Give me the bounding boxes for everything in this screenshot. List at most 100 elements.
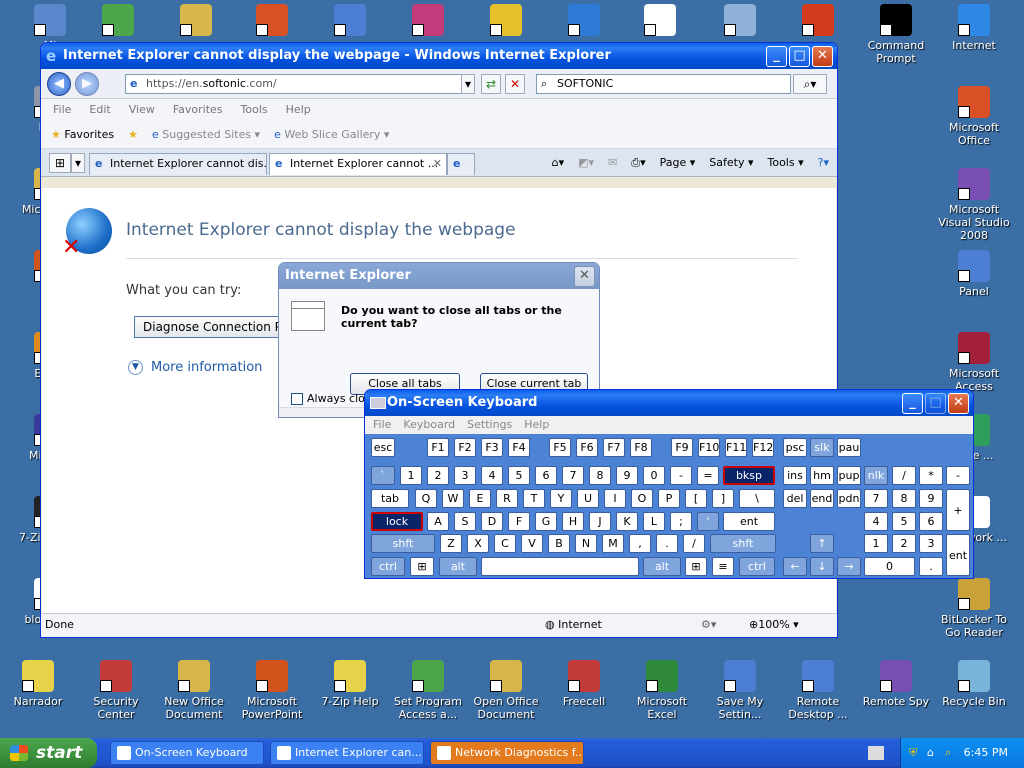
clock[interactable]: 6:45 PM [964, 746, 1008, 759]
desktop-icon-excel[interactable]: Microsoft Excel [624, 660, 700, 721]
key-0-4[interactable]: F4 [508, 438, 530, 457]
feeds-icon[interactable]: ◩▾ [578, 154, 594, 172]
search-go-icon[interactable]: ⌕▾ [793, 74, 827, 94]
key-4-0[interactable]: shft [371, 534, 435, 553]
key-5-2[interactable]: alt [439, 557, 477, 576]
key-2-7[interactable]: U [577, 489, 599, 508]
osk-menu-file[interactable]: File [373, 416, 391, 434]
desktop-icon-panel[interactable]: Panel [936, 250, 1012, 298]
key-0-8[interactable]: F8 [630, 438, 652, 457]
key-3-3[interactable]: D [481, 512, 503, 531]
key-1-0[interactable]: ` [371, 466, 395, 485]
key-2-15[interactable]: end [810, 489, 834, 508]
key-2-14[interactable]: del [783, 489, 807, 508]
key-1-11[interactable]: - [670, 466, 692, 485]
dialog-close-button[interactable]: ✕ [574, 266, 595, 287]
key-3-2[interactable]: S [454, 512, 476, 531]
key-3-1[interactable]: A [427, 512, 449, 531]
desktop-icon-wizard[interactable] [622, 4, 698, 39]
web-slice-gallery[interactable]: e Web Slice Gallery ▾ [274, 128, 389, 141]
key-0-14[interactable]: slk [810, 438, 834, 457]
key-1-9[interactable]: 9 [616, 466, 638, 485]
minimize-button[interactable]: _ [766, 46, 787, 67]
menu-favorites[interactable]: Favorites [173, 99, 223, 121]
key-4-6[interactable]: N [575, 534, 597, 553]
key-5-8[interactable]: ← [783, 557, 807, 576]
desktop-icon-cert[interactable] [158, 4, 234, 39]
task-network-diagnostics[interactable]: Network Diagnostics f... [430, 741, 584, 765]
key-1-3[interactable]: 3 [454, 466, 476, 485]
key-5-4[interactable]: alt [643, 557, 681, 576]
home-icon[interactable]: ⌂▾ [552, 154, 565, 172]
desktop-icon-remote-spy[interactable]: Remote Spy [858, 660, 934, 708]
desktop-icon-narrador[interactable]: Narrador [0, 660, 76, 708]
osk-title-bar[interactable]: On-Screen Keyboard _ □ ✕ [365, 390, 973, 416]
key-1-8[interactable]: 8 [589, 466, 611, 485]
osk-menu-keyboard[interactable]: Keyboard [403, 416, 455, 434]
key-3-7[interactable]: J [589, 512, 611, 531]
key-2-16[interactable]: pdn [837, 489, 861, 508]
suggested-sites[interactable]: e Suggested Sites ▾ [152, 128, 260, 141]
mail-icon[interactable]: ✉ [608, 154, 617, 172]
ie-title-bar[interactable]: e Internet Explorer cannot display the w… [41, 43, 837, 69]
key-0-3[interactable]: F3 [481, 438, 503, 457]
security-tray-icon[interactable]: ⛨ [909, 738, 917, 768]
key-4-8[interactable]: , [629, 534, 651, 553]
key-numpad-tall-0[interactable]: + [946, 489, 970, 531]
key-numpad-tall-1[interactable]: ent [946, 534, 970, 576]
osk-menu-settings[interactable]: Settings [467, 416, 512, 434]
key-5-11[interactable]: 0 [864, 557, 915, 576]
new-tab-button[interactable] [447, 153, 475, 175]
menu-view[interactable]: View [129, 99, 155, 121]
menu-edit[interactable]: Edit [89, 99, 110, 121]
key-3-5[interactable]: G [535, 512, 557, 531]
key-2-4[interactable]: R [496, 489, 518, 508]
key-2-8[interactable]: I [604, 489, 626, 508]
key-1-6[interactable]: 6 [535, 466, 557, 485]
osk-minimize-button[interactable]: _ [902, 393, 923, 414]
desktop-icon-internet[interactable]: Internet [936, 4, 1012, 52]
search-tray-icon[interactable]: ⌕ [945, 738, 951, 768]
key-1-2[interactable]: 2 [427, 466, 449, 485]
key-2-10[interactable]: P [658, 489, 680, 508]
desktop-icon-ms-office[interactable]: Microsoft Office [936, 86, 1012, 147]
task-internet-explorer[interactable]: Internet Explorer can... [270, 741, 424, 765]
key-4-1[interactable]: Z [440, 534, 462, 553]
key-1-19[interactable]: * [919, 466, 943, 485]
key-3-4[interactable]: F [508, 512, 530, 531]
desktop-icon-media[interactable] [546, 4, 622, 39]
key-1-1[interactable]: 1 [400, 466, 422, 485]
desktop-icon-access[interactable]: Microsoft Access [936, 332, 1012, 393]
start-button[interactable]: start [0, 738, 97, 768]
key-1-4[interactable]: 4 [481, 466, 503, 485]
key-3-15[interactable]: 6 [919, 512, 943, 531]
key-3-9[interactable]: L [643, 512, 665, 531]
key-2-6[interactable]: Y [550, 489, 572, 508]
key-1-7[interactable]: 7 [562, 466, 584, 485]
add-favorite-icon[interactable]: ★ [128, 128, 138, 141]
key-1-17[interactable]: nlk [864, 466, 888, 485]
on-screen-keyboard-window[interactable]: On-Screen Keyboard _ □ ✕ File Keyboard S… [364, 389, 974, 579]
desktop-icon-arrow[interactable] [312, 4, 388, 39]
key-1-20[interactable]: - [946, 466, 970, 485]
key-5-1[interactable]: ⊞ [410, 557, 434, 576]
key-3-0[interactable]: lock [371, 512, 423, 531]
key-1-13[interactable]: bksp [723, 466, 775, 485]
key-2-0[interactable]: tab [371, 489, 409, 508]
desktop-icon-windows[interactable] [234, 4, 310, 39]
more-information-link[interactable]: ▼ More information [128, 360, 262, 375]
desktop-icon-vs2008[interactable]: Microsoft Visual Studio 2008 [936, 168, 1012, 242]
key-1-14[interactable]: ins [783, 466, 807, 485]
key-2-13[interactable]: \ [739, 489, 775, 508]
language-icon[interactable] [868, 746, 884, 760]
key-0-2[interactable]: F2 [454, 438, 476, 457]
page-menu[interactable]: Page ▾ [660, 154, 696, 172]
key-3-14[interactable]: 5 [892, 512, 916, 531]
tools-menu[interactable]: Tools ▾ [768, 154, 804, 172]
desktop-icon-colors[interactable] [468, 4, 544, 39]
key-4-10[interactable]: / [683, 534, 705, 553]
key-2-9[interactable]: O [631, 489, 653, 508]
key-4-12[interactable]: ↑ [810, 534, 834, 553]
back-button[interactable]: ◀ [47, 72, 71, 96]
tab-list-icon[interactable]: ▾ [71, 153, 85, 173]
